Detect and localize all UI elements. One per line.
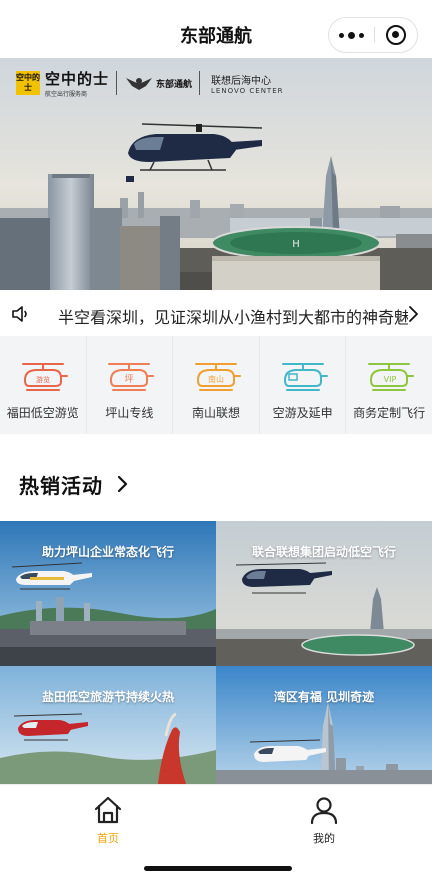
chevron-right-icon [409, 306, 418, 322]
activity-title: 盐田低空旅游节持续火热 [41, 690, 174, 704]
svg-text:游览: 游览 [36, 375, 50, 384]
activity-card[interactable]: 联合联想集团启动低空飞行 [216, 521, 432, 666]
home-indicator [144, 866, 292, 871]
helicopter-tour-icon: 游览 [21, 363, 68, 391]
chevron-right-icon[interactable] [117, 474, 129, 494]
tab-label: 我的 [313, 832, 335, 845]
section-title[interactable]: 热销活动 [19, 470, 103, 499]
svg-text:坪: 坪 [125, 374, 134, 385]
activity-card[interactable]: 助力坪山企业常态化飞行 [0, 521, 216, 666]
service-item-nanshan[interactable]: 南山 南山联想 [173, 336, 260, 434]
service-label: 空游及延申 [272, 406, 333, 420]
close-miniprogram-button[interactable] [386, 25, 406, 45]
activity-grid: 助力坪山企业常态化飞行 联合联想集团启动低空飞行 盐田低空旅游节持续火热 湾区有… [0, 521, 432, 784]
activity-title: 联合联想集团启动低空飞行 [251, 545, 396, 559]
tab-home[interactable]: 首页 [78, 795, 138, 847]
sky-taxi-logo: 空中的士 [16, 71, 40, 95]
activity-image [216, 666, 432, 784]
service-label: 南山联想 [191, 406, 240, 420]
miniprogram-capsule [328, 17, 418, 53]
helicopter-vip-icon: VIP [368, 363, 415, 391]
svg-text:VIP: VIP [384, 375, 397, 384]
helicopter-route-icon: 坪 [108, 363, 155, 391]
activity-image [0, 666, 216, 784]
service-item-extended[interactable]: 空游及延申 [260, 336, 347, 434]
service-item-pingshan[interactable]: 坪 坪山专线 [87, 336, 174, 434]
activity-card[interactable]: 湾区有福 见圳奇迹 [216, 666, 432, 784]
lenovo-center-en: LENOVO CENTER [211, 86, 284, 95]
eastern-aviation-logo: 东部通航 [156, 79, 193, 90]
activity-title: 助力坪山企业常态化飞行 [41, 545, 174, 559]
lenovo-center-name: 联想后海中心 [211, 75, 272, 87]
notice-text: 半空看深圳，见证深圳从小渔村到大都市的神奇魅力 [58, 308, 408, 327]
more-dots-icon [339, 32, 344, 38]
brand-logo-bar: 空中的士 空中的士 航空出行服务商 东部通航 联想后海中心 LENOVO CEN… [16, 66, 284, 100]
tab-mine[interactable]: 我的 [294, 795, 354, 847]
brand-name: 空中的士 [45, 70, 110, 88]
helicopter-extended-icon [281, 363, 328, 391]
eagle-logo-icon [126, 78, 153, 90]
service-label: 福田低空游览 [6, 406, 79, 420]
service-item-futian[interactable]: 游览 福田低空游览 [0, 336, 87, 434]
service-item-business[interactable]: VIP 商务定制飞行 [346, 336, 432, 434]
more-menu-button[interactable] [329, 18, 374, 52]
speaker-icon [12, 306, 27, 322]
svg-text:南山: 南山 [208, 374, 224, 384]
home-icon [94, 796, 122, 824]
notice-bar[interactable]: 半空看深圳，见证深圳从小渔村到大都市的神奇魅力 [0, 290, 432, 338]
user-icon [310, 797, 338, 825]
navigation-bar: 东部通航 [0, 0, 432, 62]
activity-card[interactable]: 盐田低空旅游节持续火热 [0, 666, 216, 784]
service-label: 商务定制飞行 [353, 406, 426, 420]
hero-banner[interactable]: H 空中的士 空中的士 航空出行服务商 东部通航 联想后海中心 LENOVO C… [0, 58, 432, 290]
brand-subtitle: 航空出行服务商 [45, 91, 88, 98]
svg-text:H: H [292, 239, 300, 250]
tab-bar: 首页 我的 [0, 784, 432, 879]
service-label: 坪山专线 [105, 406, 154, 420]
tab-label: 首页 [97, 832, 119, 845]
activity-title: 湾区有福 见圳奇迹 [273, 690, 375, 704]
service-menu: 游览 福田低空游览 坪 坪山专线 南山 南山联想 空游及延申 VIP 商务定制飞… [0, 336, 432, 434]
helicopter-nanshan-icon: 南山 [194, 363, 241, 391]
